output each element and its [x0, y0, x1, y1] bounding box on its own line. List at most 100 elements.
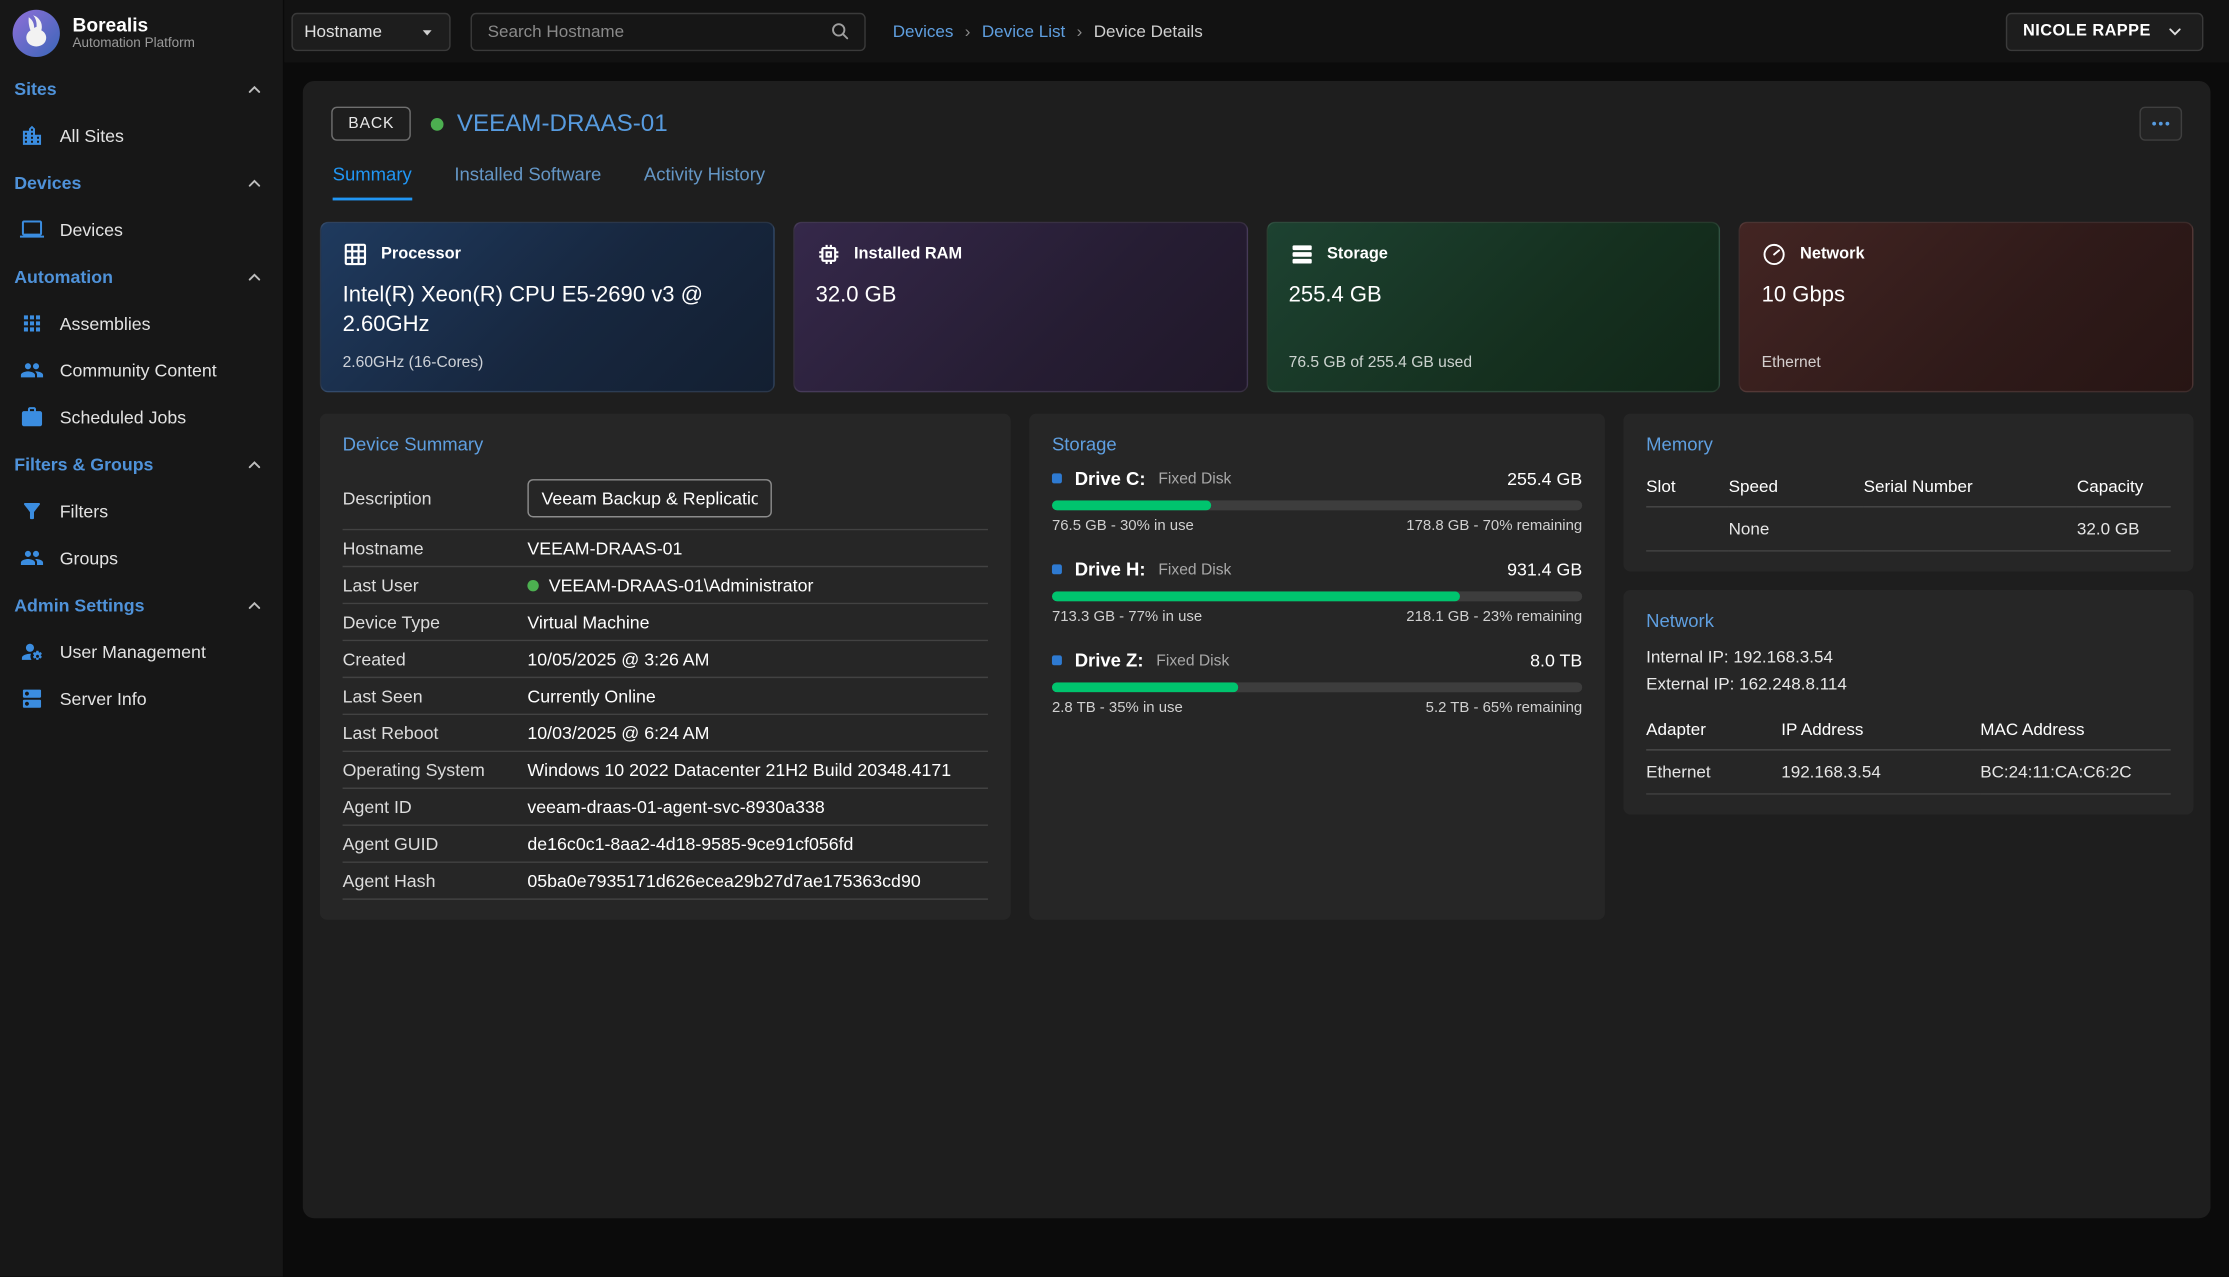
field-label: Last Reboot [343, 723, 528, 743]
user-menu-button[interactable]: NICOLE RAPPE [2006, 12, 2203, 50]
logo-text: Borealis Automation Platform [72, 14, 194, 52]
card-footer: 76.5 GB of 255.4 GB used [1289, 354, 1698, 372]
user-name: NICOLE RAPPE [2023, 23, 2151, 40]
gauge-icon [1762, 242, 1788, 268]
more-actions-button[interactable] [2139, 107, 2182, 141]
sidebar-item-scheduled-jobs[interactable]: Scheduled Jobs [0, 394, 283, 441]
hostname-search [471, 12, 866, 50]
sidebar-item-label: Community Content [60, 360, 217, 380]
card-value: 10 Gbps [1762, 281, 2171, 311]
processor-card: Processor Intel(R) Xeon(R) CPU E5-2690 v… [320, 222, 775, 393]
network-panel: Network Internal IP: 192.168.3.54 Extern… [1623, 590, 2193, 815]
sidebar-item-assemblies[interactable]: Assemblies [0, 300, 283, 347]
field-label: Agent ID [343, 797, 528, 817]
storage-panel: Storage Drive C: Fixed Disk 255.4 GB 76.… [1029, 414, 1605, 920]
memory-panel: Memory Slot Speed Serial Number Capacity… [1623, 414, 2193, 572]
field-label: Agent Hash [343, 871, 528, 891]
drive-bullet-icon [1052, 655, 1062, 665]
filter-icon [20, 499, 44, 523]
agent-guid-row: Agent GUID de16c0c1-8aa2-4d18-9585-9ce91… [343, 826, 988, 863]
app-name: Borealis [72, 14, 194, 36]
last-user-row: Last User VEEAM-DRAAS-01\Administrator [343, 567, 988, 604]
last-reboot-row: Last Reboot 10/03/2025 @ 6:24 AM [343, 715, 988, 752]
drive-usage-fill [1052, 591, 1460, 601]
sidebar-section-sites[interactable]: Sites [0, 65, 283, 112]
sidebar-section-admin-settings[interactable]: Admin Settings [0, 581, 283, 628]
tab-summary[interactable]: Summary [333, 163, 412, 200]
sidebar-section-filters-groups[interactable]: Filters & Groups [0, 441, 283, 488]
operating-system-row: Operating System Windows 10 2022 Datacen… [343, 752, 988, 789]
people-icon [20, 546, 44, 570]
sidebar-item-filters[interactable]: Filters [0, 488, 283, 535]
column-header: Speed [1729, 468, 1864, 508]
field-label: Last Seen [343, 686, 528, 706]
sidebar-item-devices[interactable]: Devices [0, 206, 283, 253]
drive-usage-fill [1052, 682, 1238, 692]
sidebar-section-automation[interactable]: Automation [0, 253, 283, 300]
drive-size: 931.4 GB [1507, 559, 1582, 579]
breadcrumb-devices[interactable]: Devices [893, 21, 954, 41]
field-value: 10/03/2025 @ 6:24 AM [527, 723, 709, 743]
tab-activity-history[interactable]: Activity History [644, 163, 765, 200]
memory-slot [1646, 507, 1728, 551]
external-ip: External IP: 162.248.8.114 [1646, 670, 2171, 696]
back-button[interactable]: BACK [331, 107, 411, 141]
section-label: Filters & Groups [14, 455, 153, 475]
section-label: Devices [14, 173, 81, 193]
sidebar-item-all-sites[interactable]: All Sites [0, 112, 283, 159]
drive-type: Fixed Disk [1158, 470, 1231, 487]
breadcrumb-current: Device Details [1094, 21, 1203, 41]
apps-grid-icon [20, 311, 44, 335]
column-header: Slot [1646, 468, 1728, 508]
drive-used-text: 76.5 GB - 30% in use [1052, 517, 1194, 534]
memory-serial [1864, 507, 2077, 551]
drive-type: Fixed Disk [1156, 652, 1229, 669]
hostname-filter-select[interactable]: Hostname [291, 12, 450, 50]
search-icon[interactable] [829, 20, 852, 43]
card-footer: Ethernet [1762, 354, 2171, 372]
drive-name: Drive H: [1075, 559, 1146, 580]
caret-down-icon [417, 21, 438, 42]
tab-installed-software[interactable]: Installed Software [454, 163, 601, 200]
sidebar-section-devices[interactable]: Devices [0, 159, 283, 206]
stat-cards: Processor Intel(R) Xeon(R) CPU E5-2690 v… [320, 222, 2194, 393]
disks-icon [1289, 242, 1315, 268]
user-gear-icon [20, 640, 44, 664]
card-label: Processor [381, 246, 461, 263]
field-value: veeam-draas-01-agent-svc-8930a338 [527, 797, 824, 817]
device-header: BACK VEEAM-DRAAS-01 [320, 107, 2194, 141]
description-row: Description [343, 468, 988, 531]
field-value: 05ba0e7935171d626ecea29b27d7ae175363cd90 [527, 871, 920, 891]
field-value: 10/05/2025 @ 3:26 AM [527, 649, 709, 669]
sidebar-item-server-info[interactable]: Server Info [0, 675, 283, 722]
internal-ip: Internal IP: 192.168.3.54 [1646, 644, 2171, 670]
panel-title: Storage [1052, 434, 1582, 455]
field-label: Description [343, 488, 528, 508]
logo-home-link[interactable]: Borealis Automation Platform [0, 0, 283, 65]
drive-used-text: 2.8 TB - 35% in use [1052, 699, 1183, 716]
right-column: Memory Slot Speed Serial Number Capacity… [1623, 414, 2193, 815]
field-value: de16c0c1-8aa2-4d18-9585-9ce91cf056fd [527, 834, 853, 854]
field-label: Last User [343, 575, 528, 595]
adapter-mac: BC:24:11:CA:C6:2C [1980, 751, 2170, 795]
breadcrumb-device-list[interactable]: Device List [982, 21, 1065, 41]
sidebar-item-label: Groups [60, 548, 118, 568]
drive-used-text: 713.3 GB - 77% in use [1052, 608, 1202, 625]
sidebar-item-community-content[interactable]: Community Content [0, 347, 283, 394]
people-icon [20, 358, 44, 382]
description-input[interactable] [527, 479, 772, 517]
field-label: Operating System [343, 760, 528, 780]
search-input[interactable] [485, 20, 829, 43]
hostname-row: Hostname VEEAM-DRAAS-01 [343, 530, 988, 567]
drive-remaining-text: 5.2 TB - 65% remaining [1426, 699, 1583, 716]
installed-ram-card: Installed RAM 32.0 GB [793, 222, 1248, 393]
drive-bullet-icon [1052, 473, 1062, 483]
breadcrumb-separator: › [965, 21, 971, 41]
sidebar-item-label: All Sites [60, 126, 124, 146]
sidebar-item-groups[interactable]: Groups [0, 535, 283, 582]
sidebar-item-label: User Management [60, 642, 206, 662]
field-value: Windows 10 2022 Datacenter 21H2 Build 20… [527, 760, 951, 780]
sidebar-item-user-management[interactable]: User Management [0, 628, 283, 675]
field-value: Currently Online [527, 686, 655, 706]
section-label: Automation [14, 267, 113, 287]
